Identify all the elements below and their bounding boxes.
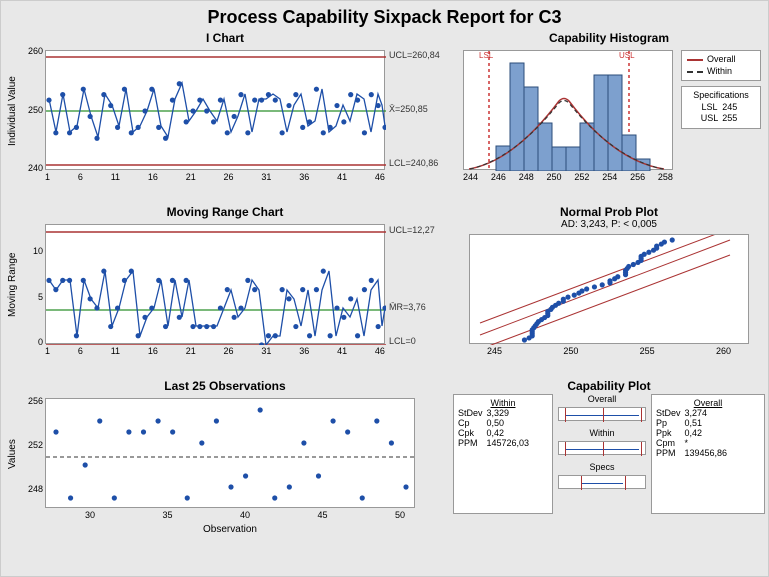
hist-title: Capability Histogram <box>449 30 769 46</box>
last25-yticks: 256 252 248 <box>23 398 43 508</box>
last25-title: Last 25 Observations <box>5 378 445 394</box>
last25-xticks: 3035404550 <box>45 510 415 520</box>
report-title: Process Capability Sixpack Report for C3 <box>1 1 768 30</box>
hist-legend: Overall Within <box>681 50 761 81</box>
mr-xticks: 161116212631364146 <box>45 346 385 356</box>
mr-yticks: 10 5 0 <box>25 224 43 344</box>
prob-plot-panel: Normal Prob Plot AD: 3,243, P: < 0,005 2… <box>449 204 769 376</box>
ucl-annot: UCL=260,84 <box>389 50 440 60</box>
mid-within-label: Within <box>589 428 614 438</box>
within-hdr: Within <box>458 398 548 408</box>
i-chart-panel: I Chart Individual Value 260 250 240 <box>5 30 445 202</box>
mean-annot: X̄=250,85 <box>389 104 428 114</box>
specs-title: Specifications <box>687 90 755 102</box>
usl-label: USL <box>619 51 635 60</box>
last25-ylabel: Values <box>7 414 18 494</box>
legend-overall: Overall <box>707 54 736 66</box>
last25-panel: Last 25 Observations Values 256 252 248 … <box>5 378 445 550</box>
i-chart-yticks: 260 250 240 <box>25 50 43 170</box>
prob-title: Normal Prob Plot <box>449 204 769 219</box>
lsl-label: LSL <box>479 51 493 60</box>
specs-bar <box>558 475 646 489</box>
hist-canvas <box>463 50 673 170</box>
legend-within: Within <box>707 66 732 78</box>
i-chart-xticks: 161116212631364146 <box>45 172 385 182</box>
overall-stats-box: Overall StDev3,274 Pp0,51 Ppk0,42 Cpm* P… <box>651 394 765 514</box>
overall-hdr: Overall <box>656 398 760 408</box>
cap-boxes: Within StDev3,329 Cp0,50 Cpk0,42 PPM1457… <box>449 394 769 514</box>
sixpack-report: Process Capability Sixpack Report for C3… <box>0 0 769 577</box>
prob-xticks: 245250255260 <box>469 346 749 356</box>
mr-ylabel: Moving Range <box>7 240 18 330</box>
mr-mean: M̄R=3,76 <box>389 302 426 312</box>
grid: I Chart Individual Value 260 250 240 <box>1 30 768 564</box>
mr-lcl: LCL=0 <box>389 336 416 346</box>
cap-plot-panel: Capability Plot Within StDev3,329 Cp0,50… <box>449 378 769 550</box>
lcl-annot: LCL=240,86 <box>389 158 438 168</box>
overall-bar <box>558 407 646 421</box>
within-stats-box: Within StDev3,329 Cp0,50 Cpk0,42 PPM1457… <box>453 394 553 514</box>
last25-canvas <box>45 398 415 508</box>
i-chart-ylabel: Individual Value <box>7 66 18 156</box>
mid-overall-label: Overall <box>588 394 617 404</box>
i-chart-canvas <box>45 50 385 170</box>
capplot-title: Capability Plot <box>449 378 769 394</box>
mr-ucl: UCL=12,27 <box>389 225 435 235</box>
mid-specs-label: Specs <box>589 462 614 472</box>
mr-canvas <box>45 224 385 344</box>
specs-box: Specifications LSL245 USL255 <box>681 86 761 129</box>
hist-xticks: 244246248250252254256258 <box>463 172 673 182</box>
cap-mid: Overall Within Specs <box>557 394 647 514</box>
within-bar <box>558 441 646 455</box>
i-chart-title: I Chart <box>5 30 445 46</box>
last25-xlabel: Observation <box>45 524 415 535</box>
mr-chart-panel: Moving Range Chart Moving Range 10 5 0 <box>5 204 445 376</box>
prob-subtitle: AD: 3,243, P: < 0,005 <box>449 219 769 230</box>
mr-chart-title: Moving Range Chart <box>5 204 445 220</box>
histogram-panel: Capability Histogram <box>449 30 769 202</box>
prob-canvas <box>469 234 749 344</box>
